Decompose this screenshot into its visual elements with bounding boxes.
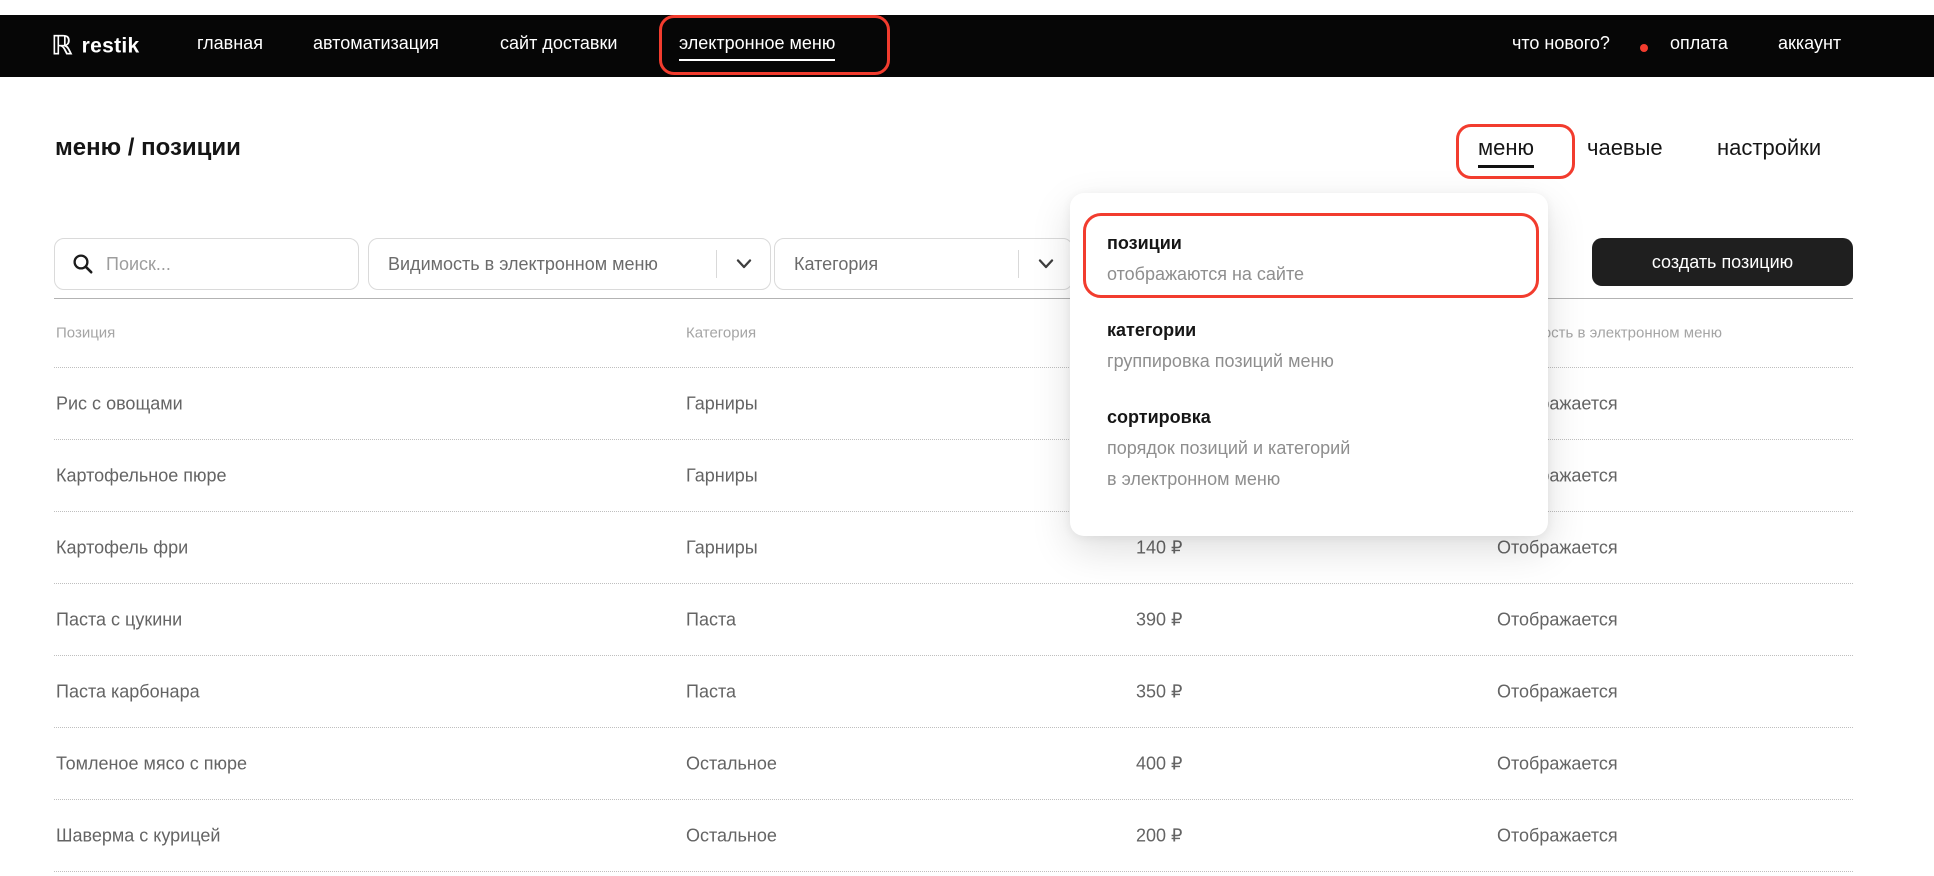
cell-price: 390 ₽ [1136, 609, 1183, 630]
table-row[interactable]: Шаверма с курицей Остальное 200 ₽ Отобра… [54, 800, 1853, 872]
cell-category: Остальное [686, 825, 777, 846]
cell-visibility: Отображается [1497, 537, 1618, 558]
search-icon [72, 253, 94, 275]
cell-price: 200 ₽ [1136, 825, 1183, 846]
visibility-filter-dropdown[interactable]: Видимость в электронном меню [368, 238, 771, 290]
cell-category: Гарниры [686, 393, 758, 414]
table-header-row: Позиция Категория Видимость в электронно… [54, 298, 1853, 368]
cell-category: Паста [686, 609, 736, 630]
cell-category: Гарниры [686, 537, 758, 558]
table-row[interactable]: Томленое мясо с пюре Остальное 400 ₽ Ото… [54, 728, 1853, 800]
dropdown-item-subtitle: группировка позиций меню [1107, 346, 1334, 377]
nav-item-payment[interactable]: оплата [1670, 34, 1728, 52]
search-box [54, 238, 359, 290]
tab-settings[interactable]: настройки [1717, 136, 1821, 160]
menu-tab-dropdown-panel: позиции отображаются на сайте категории … [1070, 193, 1548, 536]
dropdown-item-subtitle: отображаются на сайте [1107, 259, 1304, 290]
table-row[interactable]: Рис с овощами Гарниры Отображается [54, 368, 1853, 440]
table-row[interactable]: Паста с цукини Паста 390 ₽ Отображается [54, 584, 1853, 656]
cell-position-name: Картофель фри [56, 537, 188, 558]
nav-item-delivery-site[interactable]: сайт доставки [500, 34, 617, 52]
column-header-position: Позиция [56, 325, 115, 342]
dropdown-item-subtitle: порядок позиций и категорий в электронно… [1107, 433, 1350, 495]
positions-table: Позиция Категория Видимость в электронно… [54, 298, 1853, 872]
cell-visibility: Отображается [1497, 609, 1618, 630]
tab-menu[interactable]: меню [1478, 136, 1534, 168]
cell-visibility: Отображается [1497, 753, 1618, 774]
table-row[interactable]: Картофель фри Гарниры 140 ₽ Отображается [54, 512, 1853, 584]
dropdown-item-title: позиции [1107, 227, 1304, 259]
cell-position-name: Паста карбонара [56, 681, 200, 702]
nav-item-main[interactable]: главная [197, 34, 263, 52]
dropdown-item-title: сортировка [1107, 401, 1350, 433]
cell-visibility: Отображается [1497, 681, 1618, 702]
cell-position-name: Томленое мясо с пюре [56, 753, 247, 774]
whats-new-notification-dot [1640, 44, 1648, 52]
cell-category: Паста [686, 681, 736, 702]
page-title: меню / позиции [55, 134, 241, 162]
nav-item-whats-new[interactable]: что нового? [1512, 34, 1610, 52]
cell-price: 400 ₽ [1136, 753, 1183, 774]
dropdown-item-positions[interactable]: позиции отображаются на сайте [1107, 227, 1304, 290]
create-position-button[interactable]: создать позицию [1592, 238, 1853, 286]
tab-tips[interactable]: чаевые [1587, 136, 1663, 160]
visibility-filter-label: Видимость в электронном меню [369, 254, 716, 275]
cell-price: 140 ₽ [1136, 537, 1183, 558]
cell-position-name: Рис с овощами [56, 393, 183, 414]
chevron-down-icon[interactable] [717, 259, 770, 269]
chevron-down-icon[interactable] [1019, 259, 1072, 269]
category-filter-label: Категория [775, 254, 1018, 275]
dropdown-item-title: категории [1107, 314, 1334, 346]
nav-item-electronic-menu[interactable]: электронное меню [679, 34, 835, 61]
table-row[interactable]: Картофельное пюре Гарниры Отображается [54, 440, 1853, 512]
dropdown-item-categories[interactable]: категории группировка позиций меню [1107, 314, 1334, 377]
cell-position-name: Шаверма с курицей [56, 825, 220, 846]
cell-price: 350 ₽ [1136, 681, 1183, 702]
restik-menu-positions-page: ℝ restik главная автоматизация сайт дост… [0, 0, 1934, 876]
restik-logo-icon: ℝ [51, 33, 73, 60]
cell-position-name: Паста с цукини [56, 609, 182, 630]
top-navbar: ℝ restik главная автоматизация сайт дост… [0, 15, 1934, 77]
dropdown-item-sorting[interactable]: сортировка порядок позиций и категорий в… [1107, 401, 1350, 495]
search-input[interactable] [106, 254, 344, 275]
cell-visibility: Отображается [1497, 825, 1618, 846]
nav-item-account[interactable]: аккаунт [1778, 34, 1841, 52]
restik-logo[interactable]: ℝ restik [51, 33, 139, 60]
nav-item-automation[interactable]: автоматизация [313, 34, 439, 52]
column-header-category: Категория [686, 325, 756, 342]
cell-position-name: Картофельное пюре [56, 465, 227, 486]
cell-category: Остальное [686, 753, 777, 774]
table-row[interactable]: Паста карбонара Паста 350 ₽ Отображается [54, 656, 1853, 728]
cell-category: Гарниры [686, 465, 758, 486]
restik-logo-text: restik [82, 34, 140, 58]
category-filter-dropdown[interactable]: Категория [774, 238, 1073, 290]
